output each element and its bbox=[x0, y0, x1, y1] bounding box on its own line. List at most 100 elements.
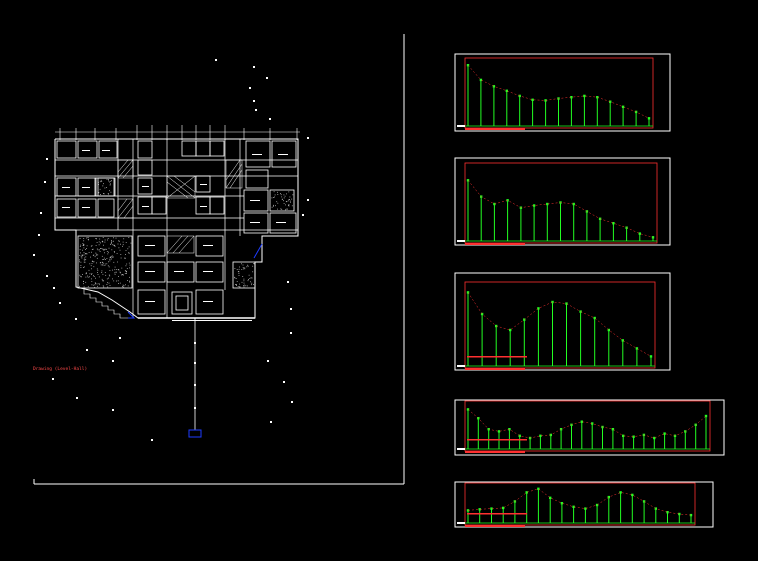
profile-level-marker bbox=[467, 356, 527, 358]
stipple-dot bbox=[244, 284, 246, 286]
stipple-dot bbox=[111, 249, 113, 251]
stipple-dot bbox=[120, 257, 122, 259]
profile-station-marker bbox=[621, 105, 625, 108]
stipple-dot bbox=[118, 247, 120, 249]
profile-station-marker bbox=[492, 85, 496, 88]
stipple-dot bbox=[275, 205, 276, 207]
stipple-dot bbox=[124, 273, 126, 274]
stipple-dot bbox=[79, 238, 81, 239]
stipple-dot bbox=[108, 274, 110, 276]
profile-station-marker bbox=[502, 506, 505, 510]
stipple-dot bbox=[101, 255, 103, 257]
stipple-dot bbox=[113, 180, 115, 182]
stipple-dot bbox=[92, 248, 94, 250]
profile-plot-area bbox=[464, 482, 696, 526]
profile-3[interactable] bbox=[454, 272, 671, 371]
stipple-dot bbox=[241, 281, 243, 283]
stipple-dot bbox=[90, 265, 92, 267]
stipple-dot bbox=[277, 194, 279, 195]
stipple-dot bbox=[283, 203, 285, 204]
stipple-dot bbox=[85, 256, 87, 258]
stipple-dot bbox=[95, 254, 97, 256]
stipple-dot bbox=[119, 271, 121, 273]
stipple-dot bbox=[103, 257, 105, 259]
stipple-dot bbox=[100, 179, 102, 181]
profile-station-marker bbox=[621, 339, 624, 342]
stipple-dot bbox=[104, 263, 106, 265]
stipple-dot bbox=[111, 242, 112, 243]
stipple-dot bbox=[106, 248, 107, 250]
stipple-dot bbox=[130, 242, 132, 244]
stipple-dot bbox=[114, 245, 116, 247]
stipple-dot bbox=[243, 282, 245, 284]
stipple-dot bbox=[113, 237, 114, 239]
stipple-dot bbox=[129, 264, 131, 266]
profile-5[interactable] bbox=[454, 481, 714, 528]
profile-station-marker bbox=[531, 98, 534, 101]
profile-plot-area bbox=[464, 400, 711, 452]
stipple-dot bbox=[110, 191, 112, 193]
stipple-dot bbox=[87, 275, 88, 277]
stipple-dot bbox=[117, 243, 119, 245]
profile-1[interactable] bbox=[454, 53, 671, 132]
stipple-dot bbox=[236, 284, 237, 285]
stipple-dot bbox=[102, 237, 104, 238]
stipple-dot bbox=[97, 274, 99, 275]
stipple-dot bbox=[97, 269, 99, 271]
stipple-dot bbox=[109, 257, 111, 259]
profile-frame bbox=[454, 272, 671, 371]
stipple-dot bbox=[79, 255, 81, 256]
cad-drawing-canvas[interactable]: Drawing (Level-Hall) bbox=[0, 0, 758, 561]
stipple-dot bbox=[246, 285, 248, 287]
stipple-dot bbox=[98, 184, 99, 185]
stipple-dot bbox=[107, 238, 109, 239]
stipple-dot bbox=[81, 257, 83, 259]
stipple-dot bbox=[119, 249, 121, 251]
profile-4[interactable] bbox=[454, 399, 725, 456]
stipple-dot bbox=[101, 278, 103, 280]
stipple-dot bbox=[107, 253, 109, 255]
stipple-dot bbox=[243, 278, 245, 280]
stipple-dot bbox=[122, 244, 124, 246]
stipple-dot bbox=[83, 259, 85, 261]
stipple-dot bbox=[82, 243, 84, 244]
stipple-dot bbox=[121, 267, 123, 269]
stipple-dot bbox=[126, 273, 127, 274]
stipple-dot bbox=[128, 237, 130, 238]
stipple-dot bbox=[122, 274, 124, 276]
profile-2[interactable] bbox=[454, 157, 671, 246]
profile-scale-bar bbox=[465, 368, 525, 370]
stipple-dot bbox=[91, 281, 93, 282]
stipple-dot bbox=[283, 197, 285, 199]
floor-plan[interactable] bbox=[54, 125, 300, 438]
stipple-dot bbox=[108, 266, 110, 268]
stipple-dot bbox=[286, 193, 287, 195]
access-gate-marker[interactable] bbox=[188, 429, 202, 438]
stipple-dot bbox=[274, 196, 275, 198]
stipple-dot bbox=[247, 280, 249, 282]
stipple-dot bbox=[86, 273, 87, 274]
stipple-dot bbox=[125, 254, 126, 255]
stipple-dot bbox=[98, 276, 100, 278]
stipple-dot bbox=[95, 283, 96, 284]
stipple-dot bbox=[122, 241, 124, 243]
plan-sheet-frame bbox=[33, 34, 405, 485]
stipple-dot bbox=[107, 239, 108, 241]
stipple-dot bbox=[91, 251, 92, 253]
stipple-dot bbox=[108, 282, 110, 284]
stipple-dot bbox=[116, 280, 117, 282]
stipple-dot bbox=[110, 183, 111, 185]
stipple-dot bbox=[95, 238, 97, 239]
stipple-dot bbox=[277, 208, 278, 210]
stipple-dot bbox=[106, 258, 108, 259]
stipple-dot bbox=[234, 276, 235, 278]
stipple-dot bbox=[281, 208, 283, 210]
stipple-dot bbox=[106, 278, 108, 280]
stipple-dot bbox=[112, 256, 114, 258]
stipple-dot bbox=[104, 249, 105, 251]
stipple-dot bbox=[107, 286, 109, 288]
stipple-dot bbox=[80, 252, 81, 254]
stipple-dot bbox=[284, 195, 286, 197]
stipple-dot bbox=[235, 278, 237, 279]
stipple-dot bbox=[251, 284, 252, 286]
